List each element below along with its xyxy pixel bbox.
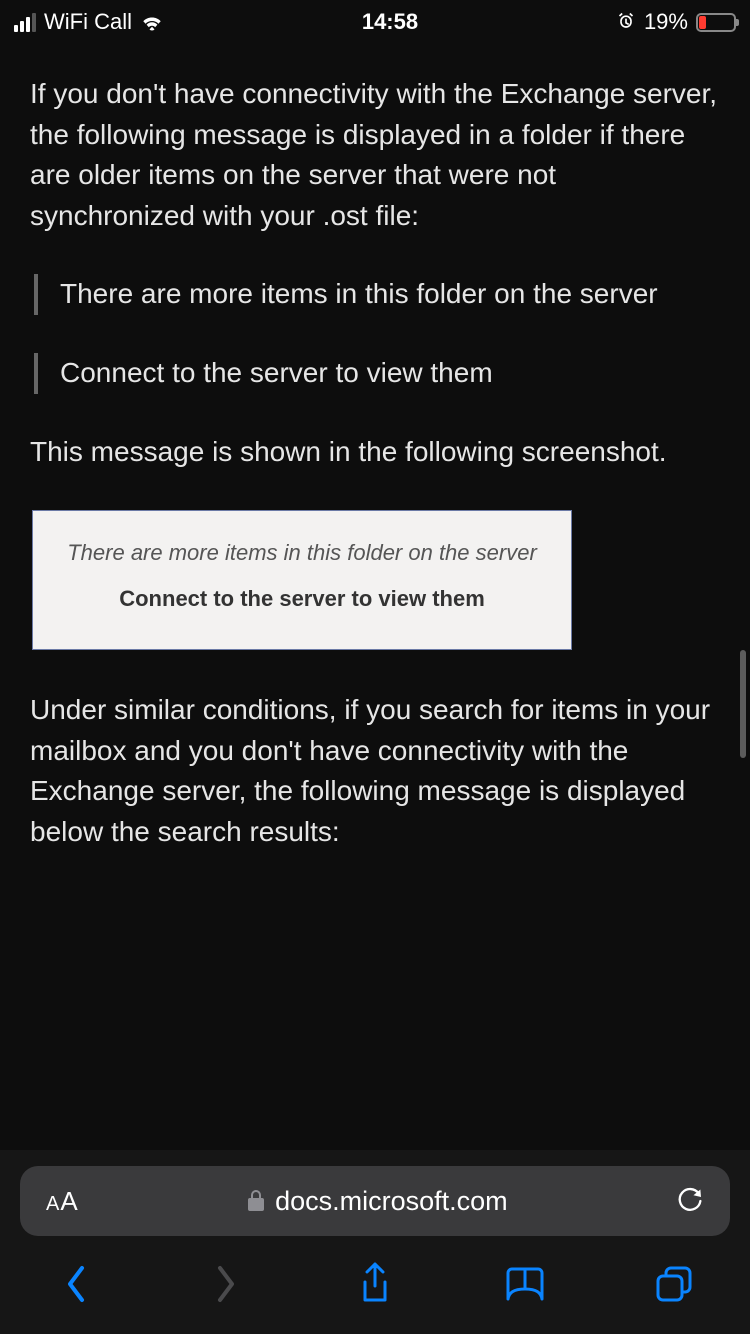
browser-chrome: AA docs.microsoft.com [0, 1150, 750, 1334]
status-bar-left: WiFi Call [14, 9, 164, 35]
wifi-icon [140, 13, 164, 31]
paragraph: If you don't have connectivity with the … [30, 74, 720, 236]
cellular-signal-icon [14, 13, 36, 32]
share-button[interactable] [349, 1258, 401, 1310]
back-button[interactable] [50, 1258, 102, 1310]
scroll-indicator[interactable] [740, 650, 746, 758]
paragraph: Under similar conditions, if you search … [30, 690, 720, 852]
text-size-button[interactable]: AA [46, 1186, 79, 1217]
blockquote: Connect to the server to view them [34, 353, 720, 394]
battery-pct: 19% [644, 9, 688, 35]
address-bar[interactable]: AA docs.microsoft.com [20, 1166, 730, 1236]
paragraph: This message is shown in the following s… [30, 432, 720, 473]
screenshot-text-italic: There are more items in this folder on t… [53, 537, 551, 569]
url-text: docs.microsoft.com [275, 1186, 508, 1217]
screenshot-box: There are more items in this folder on t… [32, 510, 572, 650]
reload-button[interactable] [676, 1186, 704, 1216]
lock-icon [247, 1190, 265, 1212]
alarm-icon [616, 12, 636, 32]
bottom-toolbar [20, 1236, 730, 1310]
status-bar-right: 19% [616, 9, 736, 35]
screenshot-text-bold: Connect to the server to view them [53, 583, 551, 615]
article-content[interactable]: If you don't have connectivity with the … [0, 44, 750, 852]
carrier-label: WiFi Call [44, 9, 132, 35]
tabs-button[interactable] [648, 1258, 700, 1310]
bookmarks-button[interactable] [499, 1258, 551, 1310]
battery-icon [696, 13, 736, 32]
clock: 14:58 [362, 9, 418, 35]
address-bar-url[interactable]: docs.microsoft.com [97, 1186, 658, 1217]
forward-button [200, 1258, 252, 1310]
blockquote: There are more items in this folder on t… [34, 274, 720, 315]
status-bar: WiFi Call 14:58 19% [0, 0, 750, 44]
